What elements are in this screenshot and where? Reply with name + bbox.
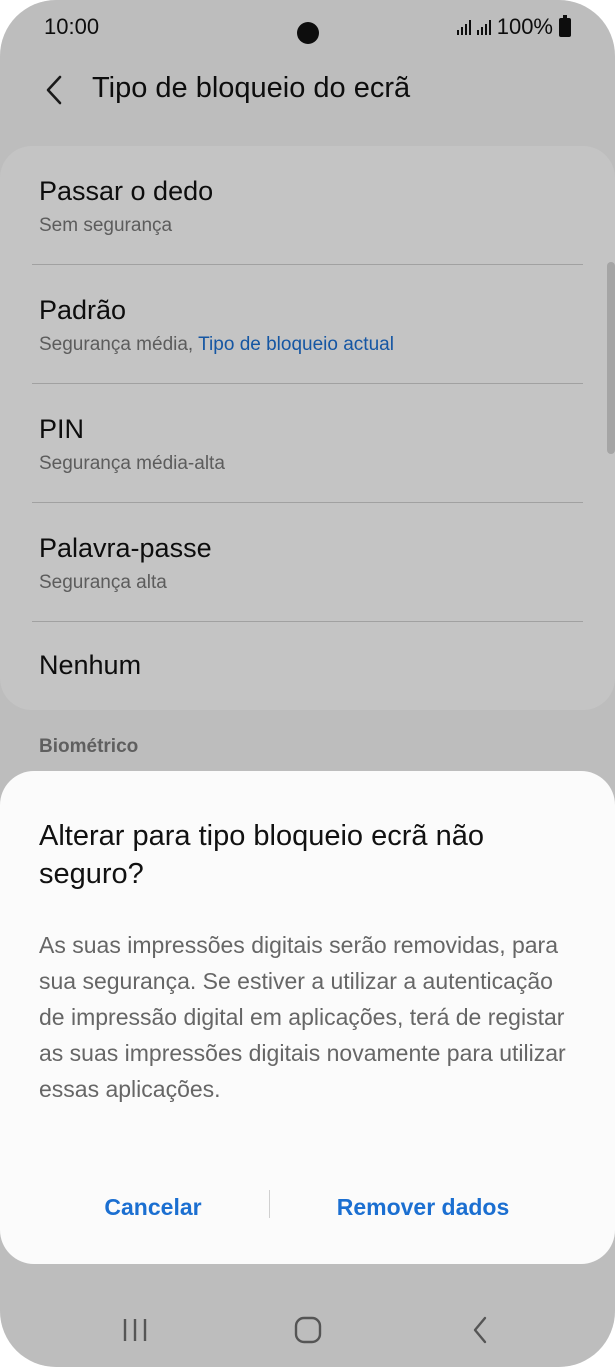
dialog-message: As suas impressões digitais serão removi… <box>39 932 566 1102</box>
nav-back-icon <box>473 1316 487 1344</box>
confirm-dialog: Alterar para tipo bloqueio ecrã não segu… <box>0 771 615 1264</box>
navigation-bar <box>0 1290 615 1367</box>
home-button[interactable] <box>278 1310 338 1350</box>
screen: 10:00 100% Tipo de bloqueio do ecrã Pass… <box>0 0 615 1367</box>
home-icon <box>294 1316 322 1344</box>
button-divider <box>269 1190 270 1218</box>
remove-data-button[interactable]: Remover dados <box>300 1187 546 1227</box>
dialog-title: Alterar para tipo bloqueio ecrã não segu… <box>39 820 484 890</box>
phone-frame: 10:00 100% Tipo de bloqueio do ecrã Pass… <box>0 0 615 1367</box>
recents-button[interactable] <box>105 1310 165 1350</box>
cancel-button[interactable]: Cancelar <box>60 1187 246 1227</box>
recents-icon <box>123 1319 147 1341</box>
nav-back-button[interactable] <box>450 1310 510 1350</box>
